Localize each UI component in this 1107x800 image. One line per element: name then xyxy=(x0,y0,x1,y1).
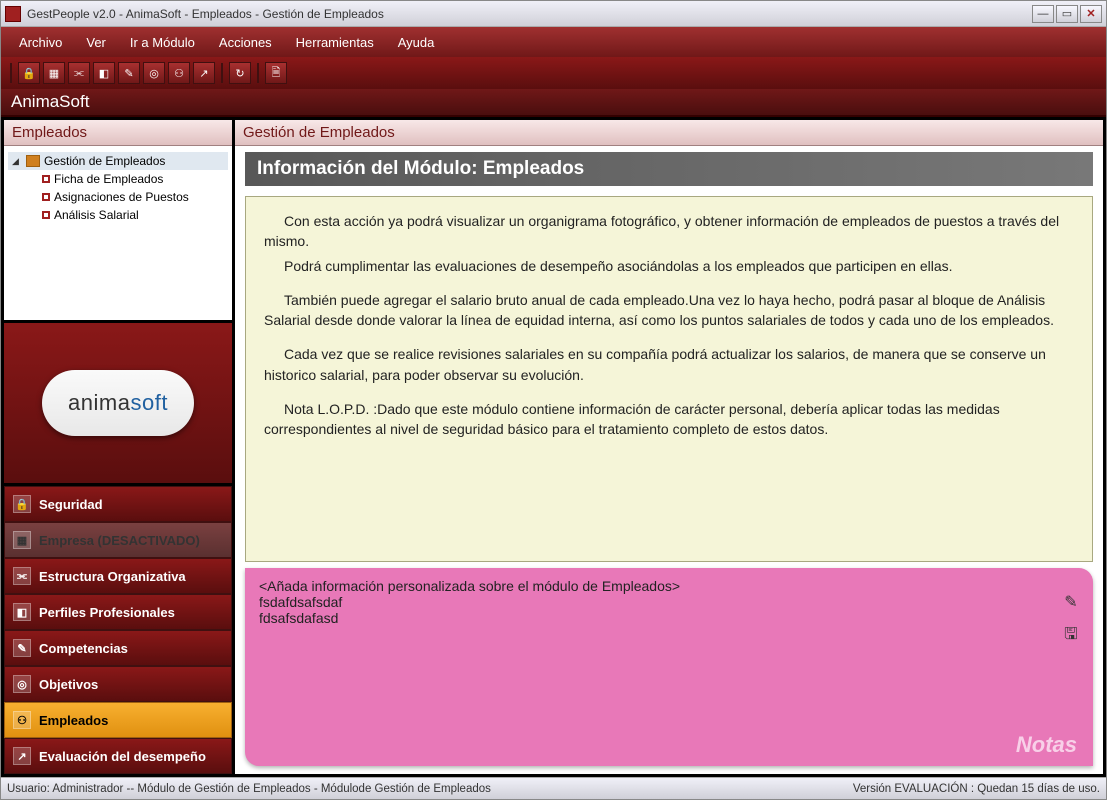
menu-ayuda[interactable]: Ayuda xyxy=(388,31,445,54)
info-paragraph: Nota L.O.P.D. :Dado que este módulo cont… xyxy=(264,399,1074,440)
edit-note-icon[interactable]: ✎ xyxy=(1059,590,1083,614)
tree-node-icon xyxy=(42,211,50,219)
toolbar-lock-icon[interactable]: 🔒 xyxy=(18,62,40,84)
tree-node-icon xyxy=(42,175,50,183)
notes-tools: ✎ 🖫 xyxy=(1059,590,1083,648)
info-paragraph: También puede agregar el salario bruto a… xyxy=(264,290,1074,331)
module-tree[interactable]: ◢ Gestión de Empleados Ficha de Empleado… xyxy=(4,146,232,320)
toolbar: 🔒 ▦ ⫘ ◧ ✎ ◎ ⚇ ↗ ↻ 🗎 xyxy=(1,57,1106,89)
nav-empresa[interactable]: ▦ Empresa (DESACTIVADO) xyxy=(4,522,232,558)
building-icon: ▦ xyxy=(13,531,31,549)
toolbar-report-icon[interactable]: 🗎 xyxy=(265,62,287,84)
tree-item-label: Ficha de Empleados xyxy=(54,172,163,186)
menu-ir-a-modulo[interactable]: Ir a Módulo xyxy=(120,31,205,54)
module-info-text[interactable]: Con esta acción ya podrá visualizar un o… xyxy=(245,196,1093,562)
toolbar-separator xyxy=(257,63,259,83)
logo-accent: soft xyxy=(130,390,167,415)
tree-root-label: Gestión de Empleados xyxy=(44,154,165,168)
toolbar-org-icon[interactable]: ⫘ xyxy=(68,62,90,84)
tree-item-asignaciones[interactable]: Asignaciones de Puestos xyxy=(8,188,228,206)
nav-empleados[interactable]: ⚇ Empleados xyxy=(4,702,232,738)
tree-item-analisis[interactable]: Análisis Salarial xyxy=(8,206,228,224)
minimize-button[interactable]: — xyxy=(1032,5,1054,23)
nav-seguridad[interactable]: 🔒 Seguridad xyxy=(4,486,232,522)
notes-line: fsdafdsafsdaf xyxy=(259,594,1079,610)
toolbar-eval-icon[interactable]: ↗ xyxy=(193,62,215,84)
nav-label: Objetivos xyxy=(39,677,98,692)
menubar: Archivo Ver Ir a Módulo Acciones Herrami… xyxy=(1,27,1106,57)
nav-objetivos[interactable]: ◎ Objetivos xyxy=(4,666,232,702)
tree-folder-icon xyxy=(26,155,40,167)
info-paragraph: Cada vez que se realice revisiones salar… xyxy=(264,344,1074,385)
window-title: GestPeople v2.0 - AnimaSoft - Empleados … xyxy=(27,7,1032,21)
chart-icon: ↗ xyxy=(13,747,31,765)
toolbar-employees-icon[interactable]: ⚇ xyxy=(168,62,190,84)
nav-label: Estructura Organizativa xyxy=(39,569,186,584)
tree-item-label: Análisis Salarial xyxy=(54,208,139,222)
profile-icon: ◧ xyxy=(13,603,31,621)
nav-estructura[interactable]: ⫘ Estructura Organizativa xyxy=(4,558,232,594)
tree-panel: Empleados ◢ Gestión de Empleados Ficha d… xyxy=(4,120,232,320)
nav-label: Perfiles Profesionales xyxy=(39,605,175,620)
maximize-button[interactable]: ▭ xyxy=(1056,5,1078,23)
lock-icon: 🔒 xyxy=(13,495,31,513)
notes-panel[interactable]: <Añada información personalizada sobre e… xyxy=(245,568,1093,766)
menu-acciones[interactable]: Acciones xyxy=(209,31,282,54)
statusbar: Usuario: Administrador -- Módulo de Gest… xyxy=(1,777,1106,799)
toolbar-refresh-icon[interactable]: ↻ xyxy=(229,62,251,84)
toolbar-separator xyxy=(221,63,223,83)
nav-evaluacion[interactable]: ↗ Evaluación del desempeño xyxy=(4,738,232,774)
notes-label: Notas xyxy=(1016,732,1077,758)
tree-item-label: Asignaciones de Puestos xyxy=(54,190,189,204)
content-header: Gestión de Empleados xyxy=(235,120,1103,146)
target-icon: ◎ xyxy=(13,675,31,693)
toolbar-target-icon[interactable]: ◎ xyxy=(143,62,165,84)
tree-node-icon xyxy=(42,193,50,201)
nav-competencias[interactable]: ✎ Competencias xyxy=(4,630,232,666)
info-paragraph: Podrá cumplimentar las evaluaciones de d… xyxy=(264,256,1074,276)
pencil-icon: ✎ xyxy=(13,639,31,657)
status-left: Usuario: Administrador -- Módulo de Gest… xyxy=(7,783,853,795)
toolbar-profile-icon[interactable]: ◧ xyxy=(93,62,115,84)
tree-panel-title: Empleados xyxy=(4,120,232,146)
tree-item-ficha[interactable]: Ficha de Empleados xyxy=(8,170,228,188)
main-area: Empleados ◢ Gestión de Empleados Ficha d… xyxy=(1,117,1106,777)
titlebar[interactable]: GestPeople v2.0 - AnimaSoft - Empleados … xyxy=(1,1,1106,27)
status-right: Versión EVALUACIÓN : Quedan 15 días de u… xyxy=(853,783,1100,795)
company-logo: animasoft xyxy=(42,370,194,436)
nav-label: Competencias xyxy=(39,641,128,656)
people-icon: ⚇ xyxy=(13,711,31,729)
notes-line: fdsafsdafasd xyxy=(259,610,1079,626)
app-window: GestPeople v2.0 - AnimaSoft - Empleados … xyxy=(0,0,1107,800)
app-brand-header: AnimaSoft xyxy=(1,89,1106,117)
module-title-bar: Información del Módulo: Empleados xyxy=(245,152,1093,186)
notes-line: <Añada información personalizada sobre e… xyxy=(259,578,1079,594)
menu-herramientas[interactable]: Herramientas xyxy=(286,31,384,54)
logo-panel: animasoft xyxy=(4,323,232,483)
org-icon: ⫘ xyxy=(13,567,31,585)
menu-ver[interactable]: Ver xyxy=(76,31,116,54)
toolbar-separator xyxy=(10,63,12,83)
content-area: Gestión de Empleados Información del Mód… xyxy=(235,120,1103,774)
save-note-icon[interactable]: 🖫 xyxy=(1059,624,1083,648)
menu-archivo[interactable]: Archivo xyxy=(9,31,72,54)
nav-label: Seguridad xyxy=(39,497,103,512)
nav-label: Evaluación del desempeño xyxy=(39,749,206,764)
sidebar: Empleados ◢ Gestión de Empleados Ficha d… xyxy=(4,120,232,774)
nav-label: Empleados xyxy=(39,713,108,728)
info-paragraph: Con esta acción ya podrá visualizar un o… xyxy=(264,211,1074,252)
logo-text: anima xyxy=(68,390,130,415)
nav-module-list: 🔒 Seguridad ▦ Empresa (DESACTIVADO) ⫘ Estru… xyxy=(4,486,232,774)
nav-perfiles[interactable]: ◧ Perfiles Profesionales xyxy=(4,594,232,630)
tree-root-item[interactable]: ◢ Gestión de Empleados xyxy=(8,152,228,170)
nav-label: Empresa (DESACTIVADO) xyxy=(39,533,200,548)
close-button[interactable]: ✕ xyxy=(1080,5,1102,23)
toolbar-building-icon[interactable]: ▦ xyxy=(43,62,65,84)
toolbar-competency-icon[interactable]: ✎ xyxy=(118,62,140,84)
app-icon xyxy=(5,6,21,22)
tree-expander-icon[interactable]: ◢ xyxy=(12,156,22,167)
